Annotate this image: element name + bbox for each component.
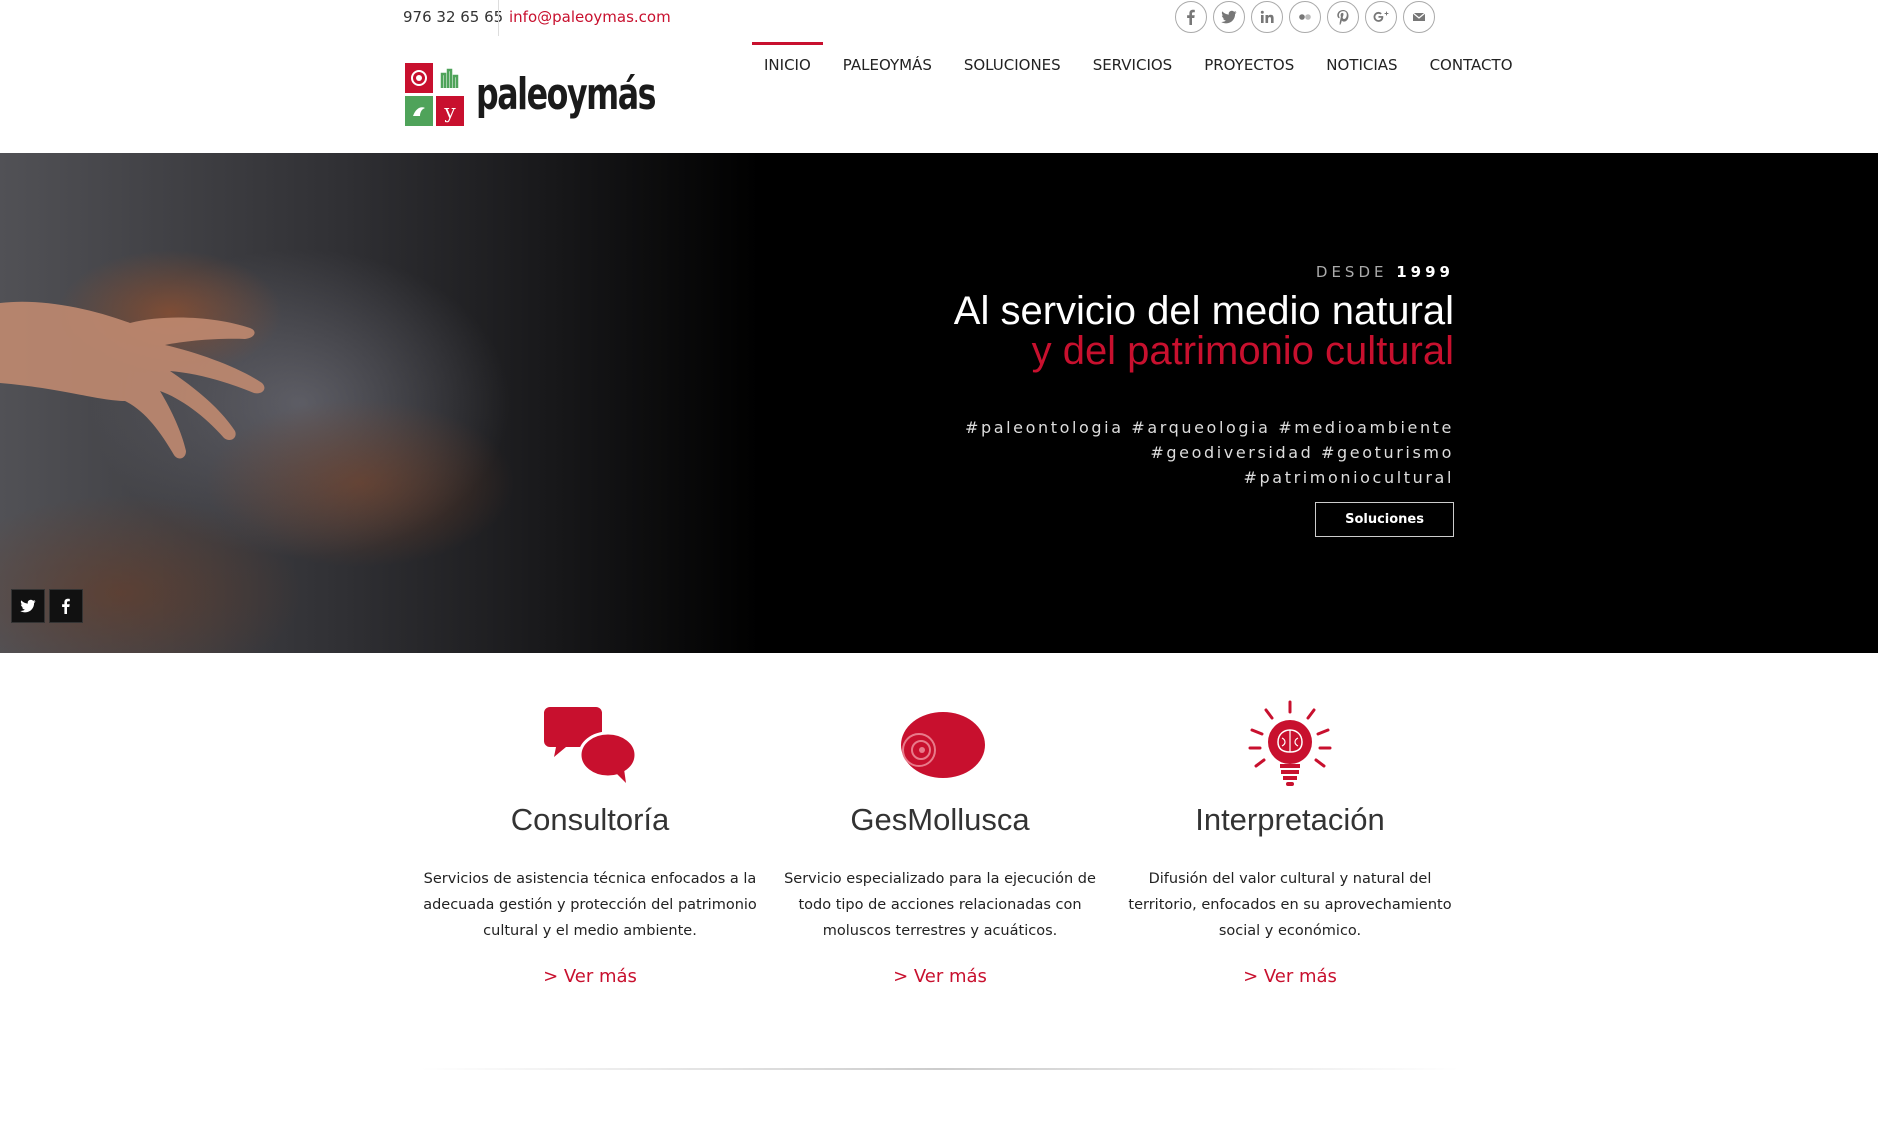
nav-proyectos[interactable]: PROYECTOS — [1192, 42, 1306, 82]
hero-since: DESDE 1999 — [1315, 263, 1454, 281]
twitter-share-icon[interactable] — [11, 589, 45, 623]
services-section: Consultoría Servicios de asistencia técn… — [420, 700, 1460, 987]
logo-tile-white — [436, 63, 464, 93]
pinterest-icon[interactable] — [1327, 1, 1359, 33]
tags-line: #geodiversidad #geoturismo — [1150, 443, 1454, 462]
lightbulb-brain-icon — [1120, 700, 1460, 790]
service-title: GesMollusca — [850, 802, 1030, 837]
hero-subheadline: y del patrimonio cultural — [1031, 329, 1454, 373]
ver-mas-link[interactable]: > Ver más — [770, 966, 1110, 987]
logo-mark: y — [405, 63, 464, 126]
nav-noticias[interactable]: NOTICIAS — [1314, 42, 1409, 82]
logo-tile-red — [405, 63, 433, 93]
hero-headline: Al servicio del medio natural — [953, 289, 1454, 333]
section-divider — [420, 1068, 1460, 1070]
email-icon[interactable] — [1403, 1, 1435, 33]
service-gesmollusca: GesMollusca Servicio especializado para … — [770, 700, 1110, 987]
service-description: Servicios de asistencia técnica enfocado… — [423, 871, 757, 939]
logo-tile-green — [405, 96, 433, 126]
service-title: Interpretación — [1195, 802, 1385, 837]
hand-image — [0, 301, 265, 459]
service-description: Servicio especializado para la ejecución… — [784, 871, 1096, 939]
top-bar: 976 32 65 65 info@paleoymas.com — [0, 0, 1878, 36]
service-description: Difusión del valor cultural y natural de… — [1128, 871, 1452, 939]
service-consultoria: Consultoría Servicios de asistencia técn… — [420, 700, 760, 987]
divider — [498, 0, 499, 36]
facebook-share-icon[interactable] — [49, 589, 83, 623]
main-nav: INICIO PALEOYMÁS SOLUCIONES SERVICIOS PR… — [752, 42, 1533, 82]
speech-bubbles-icon — [420, 700, 760, 790]
service-title: Consultoría — [510, 802, 670, 837]
nav-paleoymas[interactable]: PALEOYMÁS — [831, 42, 944, 82]
nav-servicios[interactable]: SERVICIOS — [1081, 42, 1185, 82]
tags-line: #paleontologia #arqueologia #medioambien… — [964, 418, 1454, 437]
hero-banner: DESDE 1999 Al servicio del medio natural… — [0, 153, 1878, 653]
hero-tags: #paleontologia #arqueologia #medioambien… — [954, 415, 1454, 490]
hero-text-block: DESDE 1999 Al servicio del medio natural… — [954, 263, 1454, 537]
site-logo[interactable]: y paleoymás — [405, 63, 725, 126]
phone-number[interactable]: 976 32 65 65 — [403, 8, 503, 26]
service-interpretacion: Interpretación Difusión del valor cultur… — [1120, 700, 1460, 987]
google-plus-icon[interactable] — [1365, 1, 1397, 33]
logo-text: paleoymás — [476, 69, 657, 120]
flickr-icon[interactable] — [1289, 1, 1321, 33]
linkedin-icon[interactable] — [1251, 1, 1283, 33]
snail-shell-icon — [770, 700, 1110, 790]
share-buttons — [11, 589, 83, 623]
tags-line: #patrimoniocultural — [1243, 468, 1454, 487]
logo-tile-y: y — [436, 96, 464, 126]
nav-soluciones[interactable]: SOLUCIONES — [952, 42, 1073, 82]
social-links — [1175, 1, 1435, 33]
nav-inicio[interactable]: INICIO — [752, 42, 823, 82]
soluciones-button[interactable]: Soluciones — [1315, 502, 1454, 537]
email-link[interactable]: info@paleoymas.com — [509, 8, 671, 26]
twitter-icon[interactable] — [1213, 1, 1245, 33]
ver-mas-link[interactable]: > Ver más — [420, 966, 760, 987]
facebook-icon[interactable] — [1175, 1, 1207, 33]
ver-mas-link[interactable]: > Ver más — [1120, 966, 1460, 987]
nav-contacto[interactable]: CONTACTO — [1418, 42, 1525, 82]
